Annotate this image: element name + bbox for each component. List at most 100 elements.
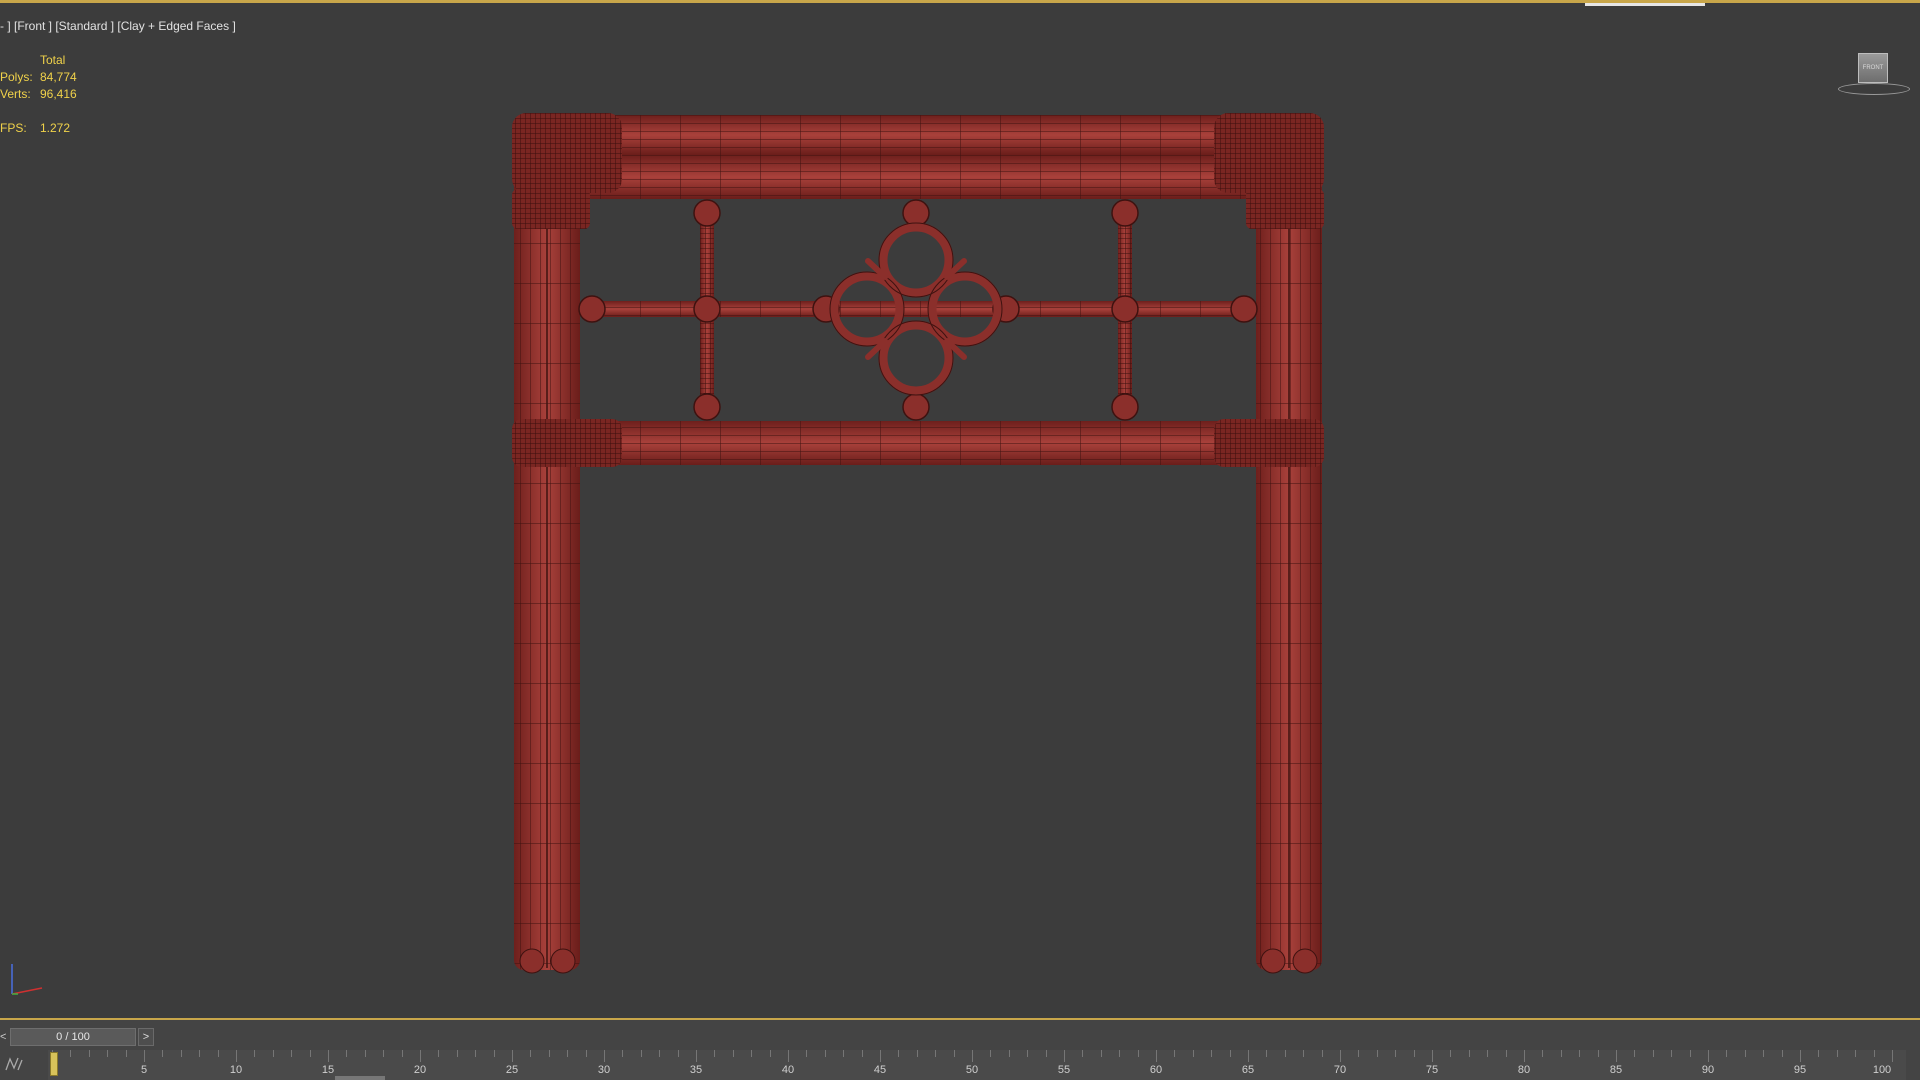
timeline-tick xyxy=(1303,1050,1305,1057)
timeline-tick xyxy=(1229,1050,1231,1057)
timeline-tick xyxy=(254,1050,256,1057)
timeline-tick xyxy=(548,1050,550,1057)
timeline-tick xyxy=(1542,1050,1544,1057)
timeline-tick xyxy=(677,1050,679,1057)
next-frame-button[interactable]: > xyxy=(138,1028,154,1046)
timeline-tick xyxy=(1855,1050,1857,1057)
timeline-tick xyxy=(107,1050,109,1057)
timeline-tick-label: 45 xyxy=(873,1064,887,1076)
timeline-tick xyxy=(1524,1050,1525,1062)
timeline-tick xyxy=(714,1050,716,1057)
timeline-tick xyxy=(659,1050,661,1057)
timeline-scrollbar[interactable] xyxy=(335,1076,385,1080)
timeline-tick-label: 75 xyxy=(1425,1064,1439,1076)
timeline-tick-label: 85 xyxy=(1609,1064,1623,1076)
timeline-tick xyxy=(1836,1050,1838,1057)
timeline-tick xyxy=(346,1050,348,1057)
timeline-tick xyxy=(1892,1050,1893,1062)
timeline-panel: < 0 / 100 > 5 10 15 20 25 30 35 40 45 50 55 60 65 70 7… xyxy=(0,1018,1920,1080)
top-rail[interactable] xyxy=(580,115,1256,199)
timeline-tick xyxy=(456,1050,458,1057)
timeline-tick xyxy=(953,1050,955,1057)
timeline-tick xyxy=(1413,1050,1415,1057)
timeline-tick-label: 55 xyxy=(1057,1064,1071,1076)
timeline-tick xyxy=(843,1050,845,1057)
timeline-tick-label: 95 xyxy=(1793,1064,1807,1076)
timeline-tick xyxy=(70,1050,72,1057)
timeline-tick xyxy=(512,1050,513,1062)
timeline-tick xyxy=(420,1050,421,1062)
timeline-tick xyxy=(916,1050,918,1057)
timeline-tick xyxy=(438,1050,440,1057)
timeline-tick xyxy=(1137,1050,1139,1057)
timeline-tick xyxy=(1652,1050,1654,1057)
timeline-tick xyxy=(199,1050,201,1057)
timeline-tick xyxy=(1321,1050,1323,1057)
front-viewport[interactable]: - ] [Front ] [Standard ] [Clay + Edged F… xyxy=(0,0,1920,1018)
furniture-frame-model[interactable] xyxy=(0,3,1920,1018)
timeline-tick-label: 15 xyxy=(321,1064,335,1076)
timeline-tick xyxy=(1376,1050,1378,1057)
timeline-tick xyxy=(1763,1050,1765,1057)
timeline-tick xyxy=(1266,1050,1268,1057)
timeline-tick xyxy=(236,1050,237,1062)
timeline-tick xyxy=(1027,1050,1029,1057)
timeline-tick xyxy=(401,1050,403,1057)
timeline-tick xyxy=(1192,1050,1194,1057)
timeline-tick xyxy=(1634,1050,1636,1057)
timeline-tick xyxy=(1781,1050,1783,1057)
timeline-tick xyxy=(824,1050,826,1057)
timeline-tick xyxy=(972,1050,973,1062)
decorative-lattice xyxy=(578,199,1258,421)
timeline-tick-label: 65 xyxy=(1241,1064,1255,1076)
timeline-tick-label: 25 xyxy=(505,1064,519,1076)
timeline-tick xyxy=(1689,1050,1691,1057)
timeline-tick-label: 60 xyxy=(1149,1064,1163,1076)
timeline-tick xyxy=(1211,1050,1213,1057)
timeline-tick xyxy=(530,1050,532,1057)
timeline-tick xyxy=(732,1050,734,1057)
timeline-tick xyxy=(1818,1050,1820,1057)
left-leg[interactable] xyxy=(514,115,580,974)
timeline-tick xyxy=(125,1050,127,1057)
timeline-tick xyxy=(1468,1050,1470,1057)
timeline-tick xyxy=(1100,1050,1102,1057)
timeline-tick xyxy=(1726,1050,1728,1057)
timeline-tick xyxy=(640,1050,642,1057)
timeline-tick xyxy=(898,1050,900,1057)
timeline-tick xyxy=(622,1050,624,1057)
timeline-tick xyxy=(475,1050,477,1057)
curve-editor-icon[interactable] xyxy=(4,1056,28,1076)
timeline-tick xyxy=(1174,1050,1176,1057)
time-slider-counter[interactable]: 0 / 100 xyxy=(10,1028,136,1046)
timeline-tick xyxy=(1248,1050,1249,1062)
timeline-tick-label: 20 xyxy=(413,1064,427,1076)
timeline-tick xyxy=(1082,1050,1084,1057)
time-slider-handle[interactable] xyxy=(50,1052,58,1076)
timeline-tick xyxy=(567,1050,569,1057)
timeline-tick xyxy=(1395,1050,1397,1057)
timeline-tick xyxy=(383,1050,385,1057)
timeline-track[interactable]: 5 10 15 20 25 30 35 40 45 50 55 60 65 70 75 80 85 90 95 100 xyxy=(48,1050,1906,1080)
timeline-tick xyxy=(788,1050,789,1062)
timeline-tick xyxy=(1045,1050,1047,1057)
timeline-tick xyxy=(272,1050,274,1057)
timeline-tick xyxy=(1800,1050,1801,1062)
timeline-tick xyxy=(1450,1050,1452,1057)
timeline-tick xyxy=(328,1050,329,1062)
timeline-tick-label: 100 xyxy=(1872,1064,1892,1076)
timeline-tick-label: 10 xyxy=(229,1064,243,1076)
timeline-tick xyxy=(180,1050,182,1057)
right-leg[interactable] xyxy=(1256,115,1322,974)
timeline-tick-label: 5 xyxy=(140,1064,148,1076)
timeline-tick xyxy=(880,1050,881,1062)
axis-gizmo-icon xyxy=(11,964,43,995)
prev-frame-button[interactable]: < xyxy=(0,1029,10,1045)
timeline-tick xyxy=(88,1050,90,1057)
timeline-tick xyxy=(1487,1050,1489,1057)
timeline-tick-label: 80 xyxy=(1517,1064,1531,1076)
timeline-tick xyxy=(585,1050,587,1057)
timeline-tick xyxy=(217,1050,219,1057)
lower-rail[interactable] xyxy=(512,419,1324,467)
timeline-tick xyxy=(1560,1050,1562,1057)
